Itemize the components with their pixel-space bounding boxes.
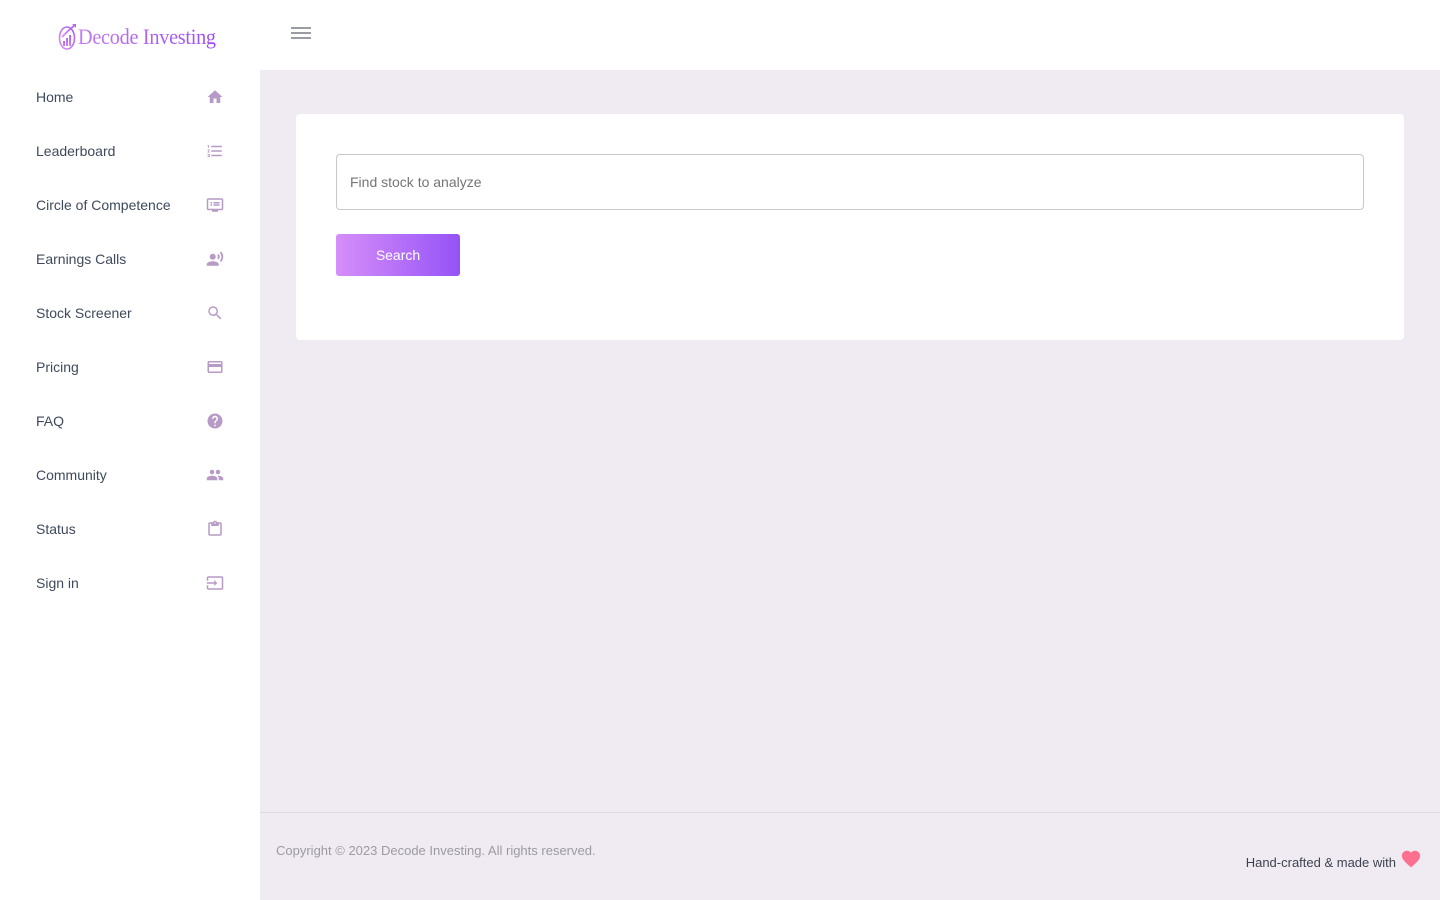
- sidebar-item-circle-of-competence[interactable]: Circle of Competence: [0, 178, 260, 232]
- made-with: Hand-crafted & made with: [1246, 845, 1422, 870]
- sidebar-item-label: FAQ: [36, 413, 65, 429]
- hamburger-menu-icon[interactable]: [290, 25, 312, 41]
- sidebar-item-label: Home: [36, 89, 74, 105]
- sidebar: Decode Investing Home Leaderboard Circle…: [0, 0, 260, 900]
- search-card: Search: [296, 114, 1404, 340]
- copyright-text: Copyright © 2023 Decode Investing. All r…: [276, 843, 596, 858]
- sidebar-item-label: Circle of Competence: [36, 197, 171, 213]
- sidebar-item-label: Community: [36, 467, 107, 483]
- sign-in-icon: [206, 574, 224, 592]
- sidebar-item-label: Sign in: [36, 575, 79, 591]
- help-circle-icon: [206, 412, 224, 430]
- credit-card-icon: [206, 358, 224, 376]
- logo-icon: [58, 24, 76, 50]
- menu-line: [291, 32, 311, 34]
- sidebar-item-leaderboard[interactable]: Leaderboard: [0, 124, 260, 178]
- clipboard-icon: [206, 520, 224, 538]
- home-icon: [206, 88, 224, 106]
- monitor-list-icon: [206, 196, 224, 214]
- sidebar-item-faq[interactable]: FAQ: [0, 394, 260, 448]
- sidebar-nav: Home Leaderboard Circle of Competence Ea…: [0, 70, 260, 610]
- menu-line: [291, 37, 311, 39]
- sidebar-item-earnings-calls[interactable]: Earnings Calls: [0, 232, 260, 286]
- search-button[interactable]: Search: [336, 234, 460, 276]
- footer: Copyright © 2023 Decode Investing. All r…: [260, 812, 1440, 900]
- sidebar-item-pricing[interactable]: Pricing: [0, 340, 260, 394]
- brand-logo[interactable]: Decode Investing: [58, 20, 228, 54]
- sidebar-item-label: Status: [36, 521, 76, 537]
- sidebar-item-home[interactable]: Home: [0, 70, 260, 124]
- heart-icon: [1400, 848, 1422, 868]
- sidebar-item-community[interactable]: Community: [0, 448, 260, 502]
- people-icon: [206, 466, 224, 484]
- sidebar-item-label: Earnings Calls: [36, 251, 127, 267]
- speaker-person-icon: [206, 250, 224, 268]
- sidebar-item-label: Leaderboard: [36, 143, 116, 159]
- top-bar: [260, 0, 1440, 70]
- sidebar-item-status[interactable]: Status: [0, 502, 260, 556]
- search-icon: [206, 304, 224, 322]
- brand-name: Decode Investing: [78, 24, 216, 49]
- stock-search-input[interactable]: [336, 154, 1364, 210]
- sidebar-item-label: Stock Screener: [36, 305, 132, 321]
- sidebar-item-label: Pricing: [36, 359, 79, 375]
- sidebar-item-sign-in[interactable]: Sign in: [0, 556, 260, 610]
- made-with-text: Hand-crafted & made with: [1245, 855, 1396, 870]
- numbered-list-icon: [206, 142, 224, 160]
- menu-line: [291, 27, 311, 29]
- sidebar-item-stock-screener[interactable]: Stock Screener: [0, 286, 260, 340]
